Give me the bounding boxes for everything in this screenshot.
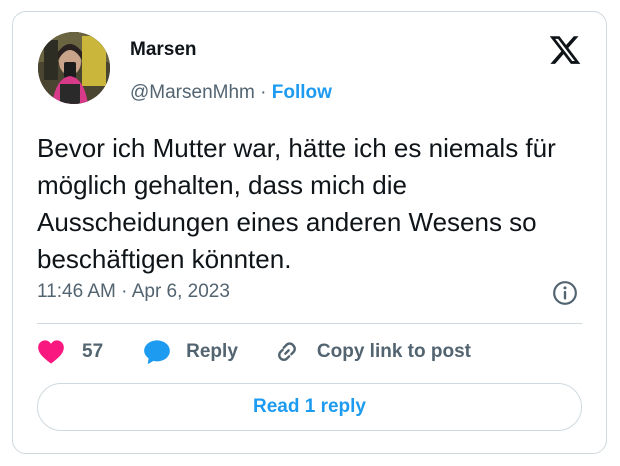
- x-logo-icon[interactable]: [548, 33, 582, 67]
- link-icon: [274, 339, 300, 365]
- reply-label: Reply: [186, 341, 238, 362]
- tweet-text: Bevor ich Mutter war, hätte ich es niema…: [37, 133, 556, 274]
- follow-link[interactable]: Follow: [272, 82, 332, 103]
- tweet-card: Marsen @MarsenMhm · Follow Bevor ich Mut…: [12, 11, 607, 454]
- likes-count: 57: [82, 341, 104, 362]
- divider: [37, 323, 582, 324]
- info-icon[interactable]: [552, 280, 578, 306]
- author-name[interactable]: Marsen: [130, 39, 197, 61]
- read-replies-button[interactable]: Read 1 reply: [37, 383, 582, 431]
- avatar[interactable]: [38, 32, 110, 104]
- author-handle[interactable]: @MarsenMhm: [130, 82, 255, 103]
- timestamp-link[interactable]: 11:46 AM · Apr 6, 2023: [37, 281, 230, 303]
- reply-button[interactable]: Reply: [143, 339, 238, 365]
- handle-separator: ·: [254, 82, 272, 103]
- avatar-image: [38, 32, 110, 104]
- action-bar: 57 Reply Copy link to post: [37, 338, 471, 366]
- speech-bubble-icon: [143, 339, 171, 365]
- copy-link-button[interactable]: Copy link to post: [274, 339, 471, 365]
- author-handle-row: @MarsenMhm · Follow: [130, 82, 332, 104]
- copy-link-label: Copy link to post: [316, 341, 471, 362]
- like-button[interactable]: 57: [37, 339, 103, 365]
- heart-icon: [37, 339, 65, 365]
